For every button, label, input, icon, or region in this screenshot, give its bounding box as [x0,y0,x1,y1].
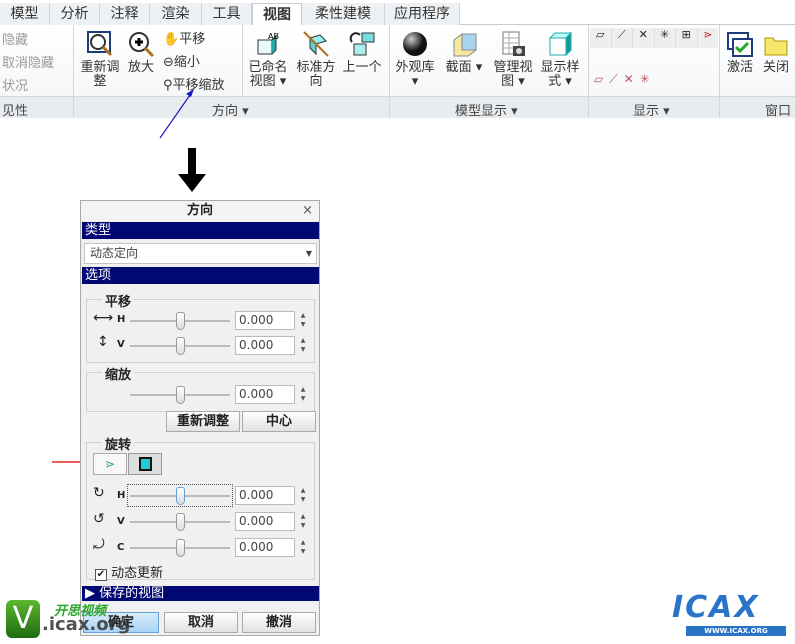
rot-h-label: H [117,490,126,501]
rot-v-slider[interactable] [130,513,230,531]
dynamic-update-checkbox[interactable]: ✔ 动态更新 [95,562,163,581]
rot-h-input[interactable]: 0.000 [235,486,295,505]
rot-c-slider[interactable] [130,539,230,557]
rot-v-spinner[interactable]: ▲ ▼ [298,512,308,531]
pan-v-slider[interactable] [130,337,230,355]
pan-h-input[interactable]: 0.000 [235,311,295,330]
saved-views-header[interactable]: ▶ 保存的视图 [82,586,319,601]
zoom-input[interactable]: 0.000 [235,385,295,404]
center-button[interactable]: 中心 [242,411,316,432]
rotate-c-icon: ⤾ [93,537,105,553]
icax-logo: ICAX [672,590,760,625]
icax-url: WWW.ICAX.ORG [686,626,786,636]
dialog-title: 方向 [81,201,319,221]
chevron-down-icon: ▼ [305,249,312,258]
rotate-group: 旋转 ⋗ ↻ H 0.000 ▲ ▼ ↺ V 0.000 ▲ ▼ ⤾ C 0.000… [86,434,315,581]
horizontal-arrow-icon: ⟷ [93,310,114,326]
type-dropdown[interactable]: 动态定向 ▼ [84,243,317,264]
pan-v-label: V [117,339,125,350]
spin-center-icon: ⋗ [104,457,116,471]
refit-dialog-button[interactable]: 重新调整 [166,411,240,432]
spin-center-button[interactable]: ⋗ [93,453,127,475]
watermark-v-logo: V [6,600,40,638]
zoom-label: 缩放 [102,364,135,383]
zoom-spinner[interactable]: ▲ ▼ [298,385,308,404]
expand-triangle-icon: ▶ [85,586,95,601]
close-icon[interactable]: × [302,203,313,218]
pan-v-input[interactable]: 0.000 [235,336,295,355]
vertical-arrow-icon: ↕ [97,334,109,350]
zoom-group: 缩放 0.000 ▲ ▼ [86,364,315,412]
undo-button[interactable]: 撤消 [242,612,316,633]
rot-v-input[interactable]: 0.000 [235,512,295,531]
rot-c-spinner[interactable]: ▲ ▼ [298,538,308,557]
rot-h-slider[interactable] [130,487,230,505]
pan-h-slider[interactable] [130,312,230,330]
pan-v-spinner[interactable]: ▲ ▼ [298,336,308,355]
rot-c-input[interactable]: 0.000 [235,538,295,557]
rot-v-label: V [117,516,125,527]
pan-label: 平移 [102,291,135,310]
watermark-url: .icax.org [42,614,131,635]
rotate-v-icon: ↺ [93,511,105,527]
checkmark-icon: ✔ [95,569,107,581]
monitor-icon [139,457,152,471]
rot-h-spinner[interactable]: ▲ ▼ [298,486,308,505]
options-header: 选项 [82,267,319,284]
orientation-dialog: 方向 × 类型 动态定向 ▼ 选项 平移 ⟷ H 0.000 ▲ ▼ ↕ V 0.0… [80,200,320,636]
cancel-button[interactable]: 取消 [164,612,238,633]
pan-h-spinner[interactable]: ▲ ▼ [298,311,308,330]
rotate-h-icon: ↻ [93,485,105,501]
rotate-label: 旋转 [102,434,135,453]
pan-h-label: H [117,314,126,325]
view-rotation-button[interactable] [128,453,162,475]
zoom-slider[interactable] [130,386,230,404]
type-header: 类型 [82,222,319,239]
pan-group: 平移 ⟷ H 0.000 ▲ ▼ ↕ V 0.000 ▲ ▼ [86,291,315,363]
rot-c-label: C [117,542,125,553]
